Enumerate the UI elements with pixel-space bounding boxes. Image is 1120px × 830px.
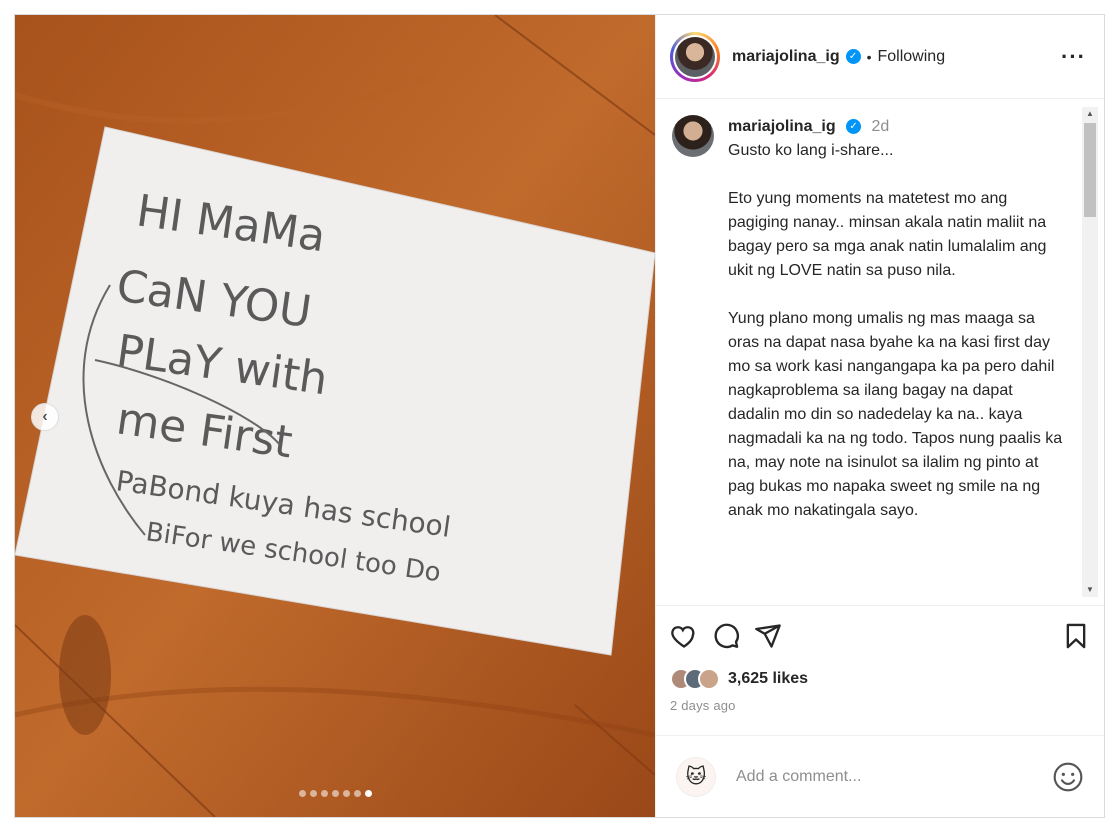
caption-body: mariajolina_ig ✓ 2d Gusto ko lang i-shar…: [728, 115, 1064, 547]
post-media[interactable]: HI MaMa CaN YOU PLaY with me First PaBon…: [15, 15, 655, 817]
carousel-dot: [309, 790, 317, 797]
photo-wood-floor-note: HI MaMa CaN YOU PLaY with me First PaBon…: [15, 15, 655, 817]
carousel-dot: [364, 790, 372, 797]
carousel-dot: [298, 790, 306, 797]
avatar[interactable]: [670, 31, 720, 82]
carousel-dot: [331, 790, 339, 797]
username-link[interactable]: mariajolina_ig: [732, 48, 840, 66]
comment-bar: 🐱 Add a comment...: [656, 735, 1104, 817]
caption: mariajolina_ig ✓ 2d Gusto ko lang i-shar…: [656, 99, 1104, 547]
caption-scrollbar[interactable]: ▲ ▼: [1082, 107, 1098, 597]
post-modal: HI MaMa CaN YOU PLaY with me First PaBon…: [14, 14, 1105, 818]
following-button[interactable]: Following: [878, 48, 946, 66]
more-options-icon[interactable]: ···: [1061, 44, 1086, 70]
profile-photo: [675, 36, 715, 77]
scroll-down-arrow-icon[interactable]: ▼: [1082, 583, 1098, 597]
caption-area[interactable]: mariajolina_ig ✓ 2d Gusto ko lang i-shar…: [656, 99, 1104, 605]
caption-avatar[interactable]: [672, 115, 714, 157]
carousel-indicator: [15, 790, 655, 797]
caption-username[interactable]: mariajolina_ig: [728, 118, 836, 135]
carousel-dot: [320, 790, 328, 797]
comment-input[interactable]: Add a comment...: [736, 768, 1052, 786]
comment-icon[interactable]: [712, 622, 740, 650]
liker-avatar: [698, 668, 720, 690]
action-bar: [670, 616, 1090, 656]
post-sidebar: mariajolina_ig ✓ • Following ··· mariajo…: [655, 15, 1104, 817]
post-timestamp: 2 days ago: [670, 698, 736, 713]
caption-paragraph-3: Yung plano mong umalis ng mas maaga sa o…: [728, 310, 1063, 519]
current-user-avatar: 🐱: [676, 756, 716, 797]
caption-paragraph-1: Gusto ko lang i-share...: [728, 142, 894, 159]
dot-separator: •: [866, 48, 872, 65]
scroll-thumb[interactable]: [1084, 123, 1096, 217]
likes-count[interactable]: 3,625 likes: [728, 670, 808, 688]
caption-paragraph-2: Eto yung moments na matetest mo ang pagi…: [728, 190, 1047, 279]
likes-row[interactable]: 3,625 likes: [670, 668, 1090, 690]
scroll-up-arrow-icon[interactable]: ▲: [1082, 107, 1098, 121]
caption-time: 2d: [871, 118, 890, 135]
previous-image-button[interactable]: ‹: [31, 403, 59, 431]
verified-badge-icon: ✓: [846, 119, 862, 135]
share-icon[interactable]: [754, 622, 782, 650]
carousel-dot: [342, 790, 350, 797]
bookmark-icon[interactable]: [1062, 622, 1090, 650]
carousel-dot: [353, 790, 361, 797]
action-section: 3,625 likes 2 days ago: [656, 605, 1104, 713]
post-header: mariajolina_ig ✓ • Following ···: [656, 15, 1104, 99]
verified-badge-icon: ✓: [845, 49, 861, 64]
heart-icon[interactable]: [670, 622, 698, 650]
emoji-icon[interactable]: [1052, 761, 1084, 793]
